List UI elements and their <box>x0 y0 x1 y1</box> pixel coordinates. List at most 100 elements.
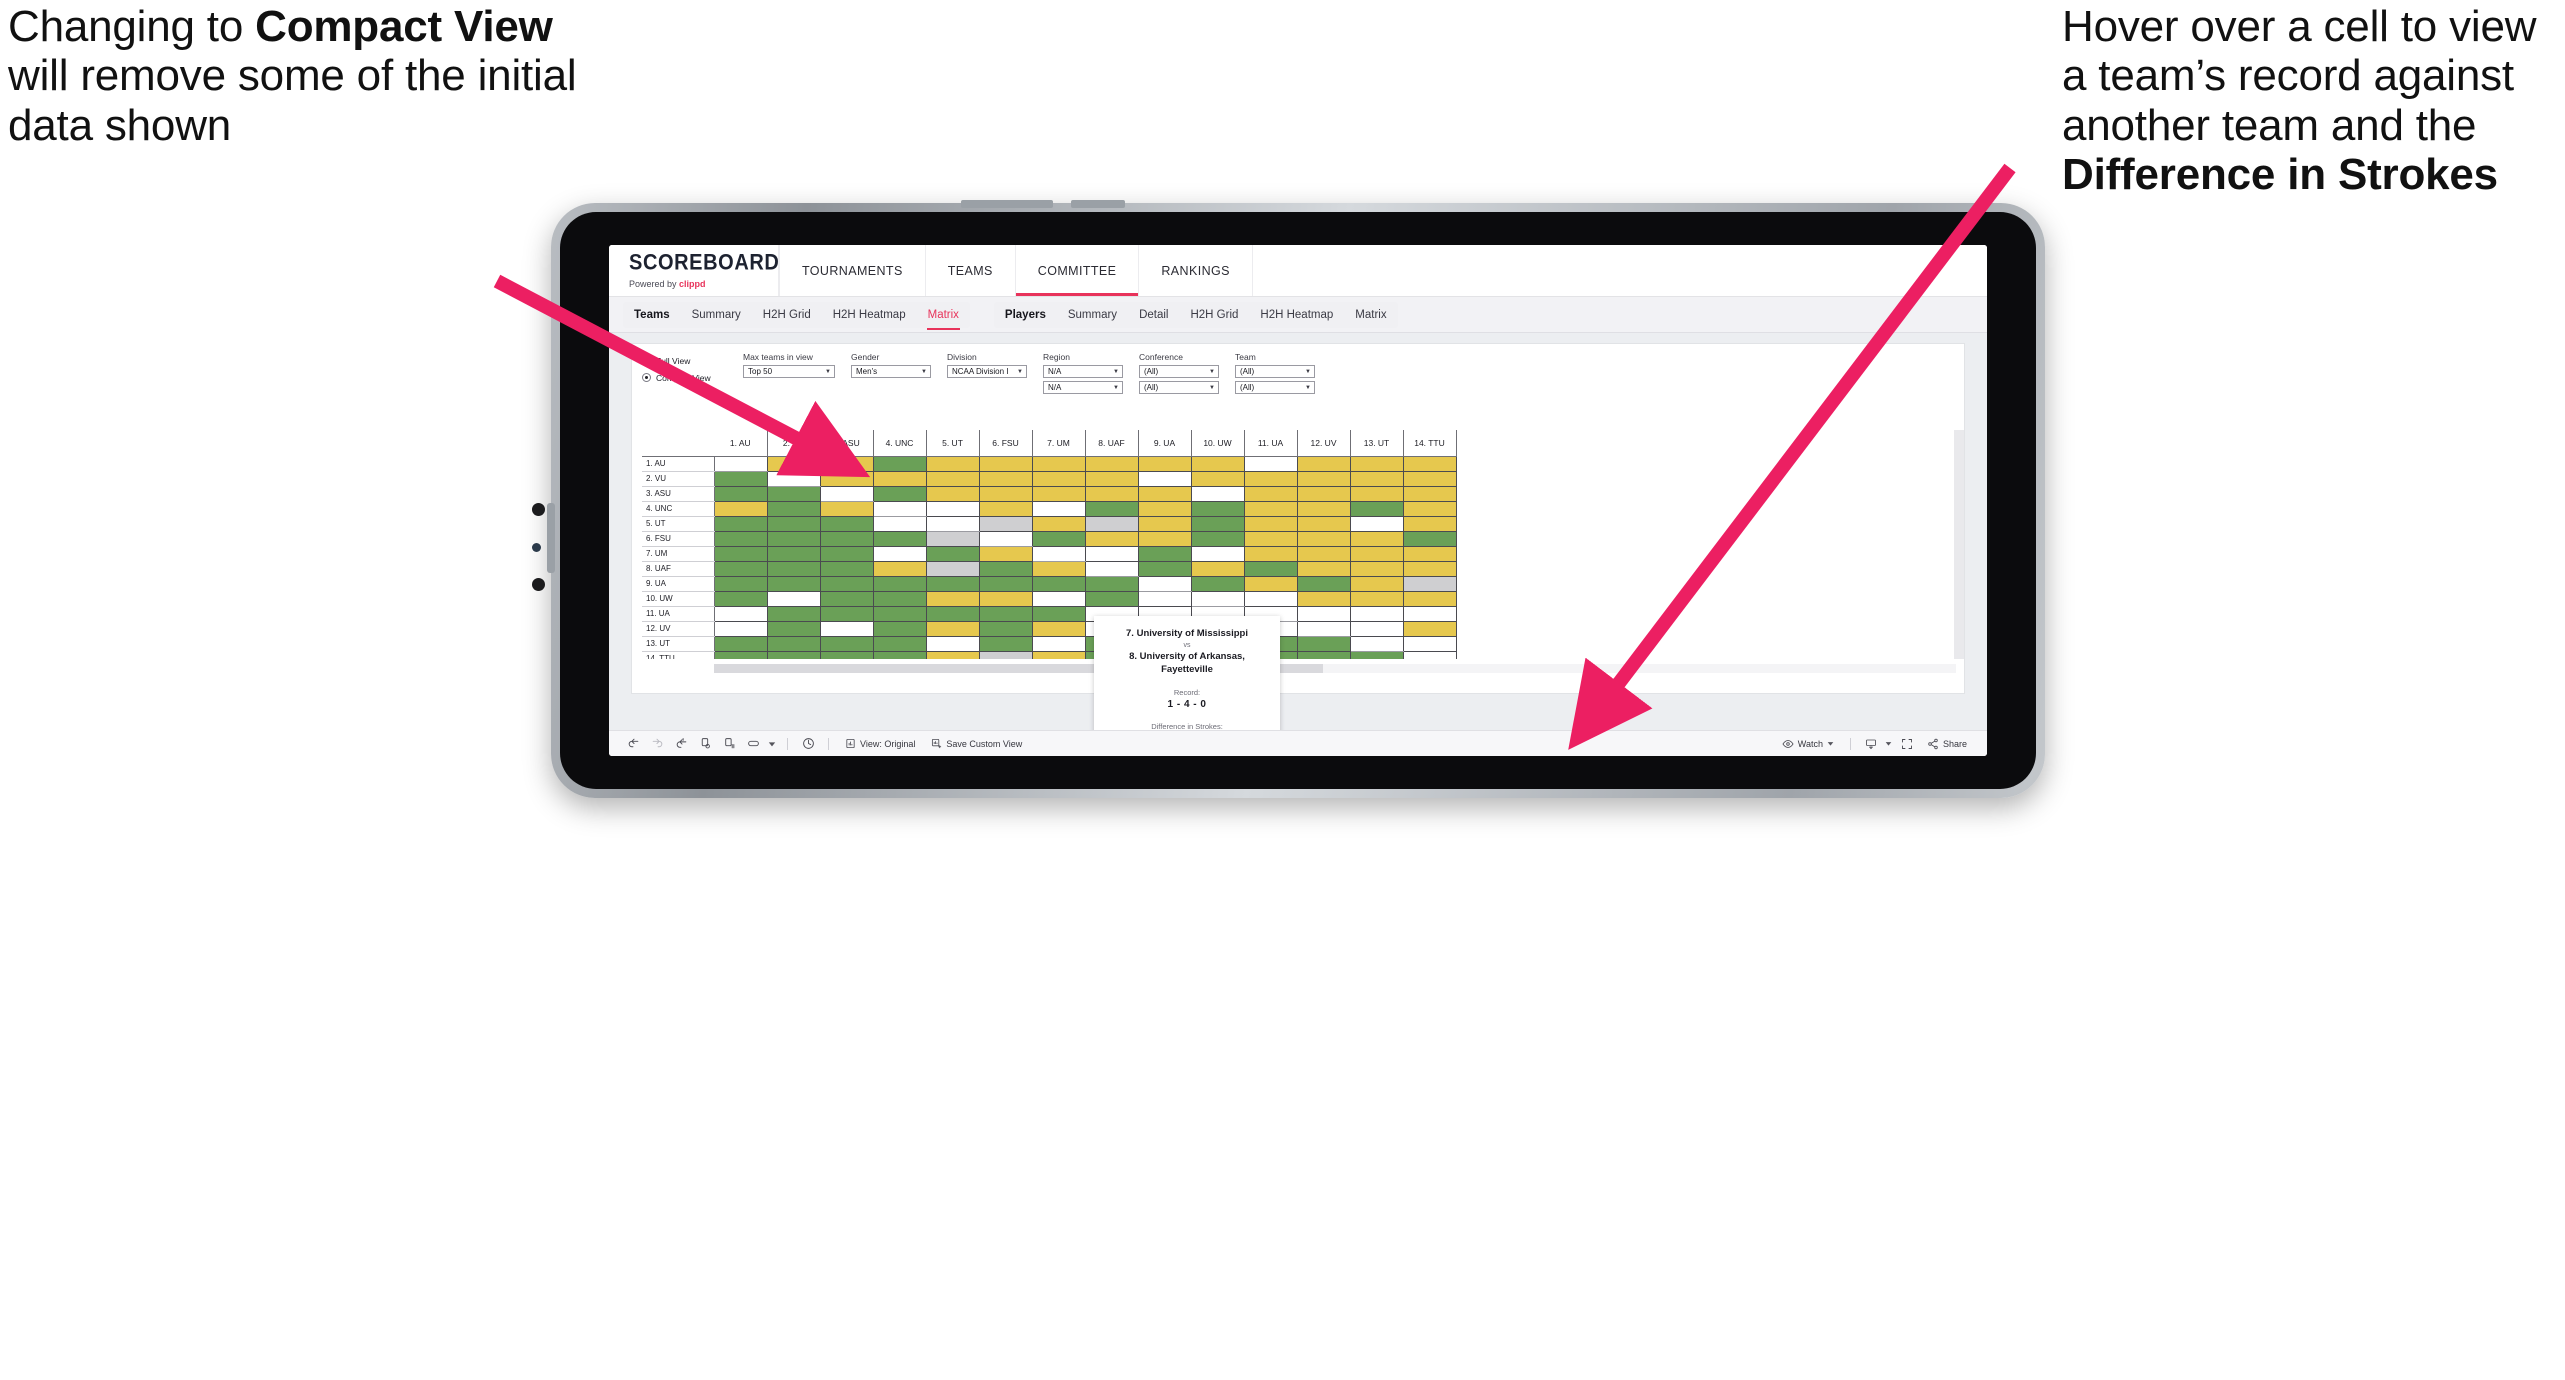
matrix-cell[interactable] <box>1085 576 1139 592</box>
matrix-cell[interactable] <box>1191 576 1245 592</box>
matrix-cell[interactable] <box>820 471 874 487</box>
matrix-cell[interactable] <box>1244 516 1298 532</box>
matrix-cell[interactable] <box>1085 531 1139 547</box>
undo-icon[interactable] <box>621 735 645 753</box>
matrix-cell[interactable] <box>1138 516 1192 532</box>
matrix-cell[interactable] <box>1403 501 1457 517</box>
matrix-cell[interactable] <box>979 531 1033 547</box>
matrix-cell[interactable] <box>1244 531 1298 547</box>
matrix-cell[interactable] <box>979 486 1033 502</box>
matrix-cell[interactable] <box>1244 471 1298 487</box>
matrix-cell[interactable] <box>767 651 821 659</box>
matrix-cell[interactable] <box>767 561 821 577</box>
matrix-cell[interactable] <box>926 621 980 637</box>
matrix-cell[interactable] <box>767 456 821 472</box>
subnav-teams-matrix[interactable]: Matrix <box>917 302 970 330</box>
nav-rankings[interactable]: RANKINGS <box>1139 245 1253 296</box>
matrix-cell[interactable] <box>1138 591 1192 607</box>
matrix-cell[interactable] <box>767 591 821 607</box>
matrix-cell[interactable] <box>926 591 980 607</box>
filter-team-select-2[interactable]: (All) ▼ <box>1235 381 1315 394</box>
matrix-cell[interactable] <box>820 486 874 502</box>
matrix-cell[interactable] <box>1403 516 1457 532</box>
matrix-cell[interactable] <box>1350 576 1404 592</box>
subnav-teams-summary[interactable]: Summary <box>681 302 752 328</box>
matrix-cell[interactable] <box>1350 486 1404 502</box>
matrix-cell[interactable] <box>1191 531 1245 547</box>
matrix-cell[interactable] <box>1138 486 1192 502</box>
matrix-cell[interactable] <box>1191 456 1245 472</box>
filter-division-select[interactable]: NCAA Division I ▼ <box>947 365 1027 378</box>
matrix-cell[interactable] <box>979 591 1033 607</box>
matrix-cell[interactable] <box>1032 591 1086 607</box>
matrix-cell[interactable] <box>873 501 927 517</box>
matrix-cell[interactable] <box>1191 591 1245 607</box>
matrix-cell[interactable] <box>714 606 768 622</box>
matrix-cell[interactable] <box>926 636 980 652</box>
filter-conference-select-2[interactable]: (All) ▼ <box>1139 381 1219 394</box>
matrix-cell[interactable] <box>767 501 821 517</box>
matrix-cell[interactable] <box>1244 591 1298 607</box>
fullscreen-icon[interactable] <box>1895 735 1919 753</box>
matrix-cell[interactable] <box>1032 606 1086 622</box>
view-original-button[interactable]: View: Original <box>837 738 923 749</box>
matrix-cell[interactable] <box>1350 501 1404 517</box>
matrix-cell[interactable] <box>820 636 874 652</box>
nav-tournaments[interactable]: TOURNAMENTS <box>779 245 926 296</box>
radio-compact-view[interactable]: Compact View <box>642 371 727 384</box>
matrix-cell[interactable] <box>1403 651 1457 659</box>
matrix-cell[interactable] <box>767 546 821 562</box>
subnav-players-h2h-heatmap[interactable]: H2H Heatmap <box>1249 302 1344 328</box>
matrix-cell[interactable] <box>1297 546 1351 562</box>
clock-icon[interactable] <box>796 735 820 753</box>
matrix-cell[interactable] <box>1085 486 1139 502</box>
subnav-players-summary[interactable]: Summary <box>1057 302 1128 328</box>
matrix-cell[interactable] <box>1297 651 1351 659</box>
matrix-cell[interactable] <box>1297 636 1351 652</box>
matrix-cell[interactable] <box>820 576 874 592</box>
matrix-cell[interactable] <box>979 501 1033 517</box>
matrix-cell[interactable] <box>1138 456 1192 472</box>
matrix-cell[interactable] <box>1032 636 1086 652</box>
matrix-horizontal-scrollbar[interactable] <box>714 664 1956 673</box>
matrix-cell[interactable] <box>926 516 980 532</box>
matrix-cell[interactable] <box>1191 486 1245 502</box>
matrix-cell[interactable] <box>979 651 1033 659</box>
matrix-cell[interactable] <box>767 636 821 652</box>
revert-icon[interactable] <box>669 735 693 753</box>
matrix-cell[interactable] <box>1350 471 1404 487</box>
filter-gender-select[interactable]: Men's ▼ <box>851 365 931 378</box>
matrix-cell[interactable] <box>1403 606 1457 622</box>
matrix-cell[interactable] <box>1191 516 1245 532</box>
matrix-cell[interactable] <box>1032 456 1086 472</box>
highlight-icon[interactable] <box>741 735 765 753</box>
matrix-cell[interactable] <box>767 516 821 532</box>
matrix-cell[interactable] <box>979 456 1033 472</box>
matrix-cell[interactable] <box>714 546 768 562</box>
matrix-cell[interactable] <box>979 606 1033 622</box>
matrix-cell[interactable] <box>1085 471 1139 487</box>
download-caret-icon[interactable] <box>1883 735 1895 753</box>
matrix-cell[interactable] <box>1085 561 1139 577</box>
matrix-cell[interactable] <box>873 486 927 502</box>
matrix-cell[interactable] <box>1350 591 1404 607</box>
matrix-cell[interactable] <box>1244 546 1298 562</box>
matrix-cell[interactable] <box>1350 606 1404 622</box>
matrix-cell[interactable] <box>1403 576 1457 592</box>
matrix-cell[interactable] <box>1350 651 1404 659</box>
matrix-cell[interactable] <box>820 561 874 577</box>
matrix-cell[interactable] <box>1297 486 1351 502</box>
matrix-cell[interactable] <box>873 456 927 472</box>
matrix-cell[interactable] <box>926 606 980 622</box>
filter-conference-select-1[interactable]: (All) ▼ <box>1139 365 1219 378</box>
filter-max-teams-select[interactable]: Top 50 ▼ <box>743 365 835 378</box>
subnav-players-h2h-grid[interactable]: H2H Grid <box>1179 302 1249 328</box>
subnav-teams-h2h-heatmap[interactable]: H2H Heatmap <box>822 302 917 328</box>
matrix-cell[interactable] <box>1032 651 1086 659</box>
radio-full-view[interactable]: Full View <box>642 354 727 367</box>
matrix-cell[interactable] <box>820 456 874 472</box>
pause-icon[interactable] <box>717 735 741 753</box>
matrix-cell[interactable] <box>714 486 768 502</box>
matrix-cell[interactable] <box>1138 471 1192 487</box>
matrix-cell[interactable] <box>979 576 1033 592</box>
